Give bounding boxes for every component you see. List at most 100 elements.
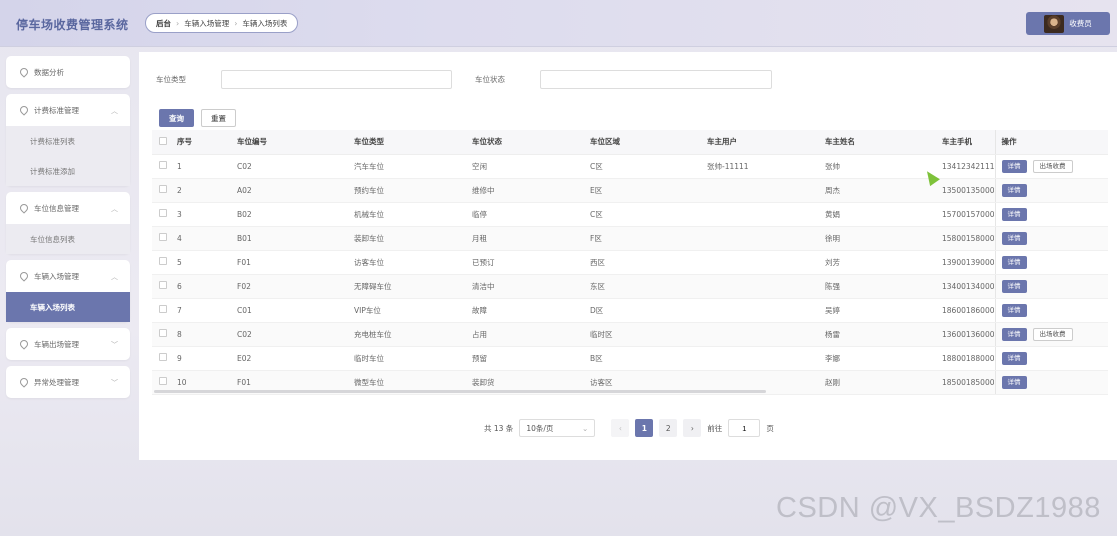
table-cell: C区 xyxy=(590,202,707,227)
row-checkbox[interactable] xyxy=(152,250,177,275)
breadcrumb: 后台 › 车辆入场管理 › 车辆入场列表 xyxy=(145,13,299,33)
table-cell: 汽车车位 xyxy=(354,154,472,179)
table-cell: 8 xyxy=(177,322,237,347)
sidebar-item-spaces[interactable]: 车位信息管理 ︿ xyxy=(6,192,130,224)
detail-button[interactable]: 详情 xyxy=(1001,255,1027,269)
detail-button[interactable]: 详情 xyxy=(1001,183,1027,197)
page-button[interactable]: 1 xyxy=(635,419,654,437)
chevron-up-icon: ︿ xyxy=(111,107,118,115)
row-actions: 详情 出场收费 xyxy=(994,322,1108,347)
row-checkbox[interactable] xyxy=(152,178,177,203)
breadcrumb-item-page: 车辆入场列表 xyxy=(242,18,288,28)
table-cell xyxy=(707,298,825,323)
pagination: 共 13 条 10条/页 ⌄ ‹ 1 2 › 前往 页 xyxy=(484,418,774,438)
row-checkbox[interactable] xyxy=(152,154,177,179)
table-cell: B区 xyxy=(590,346,707,371)
location-pin-icon xyxy=(18,202,30,214)
sidebar-group-entry: 车辆入场管理 ︿ 车辆入场列表 xyxy=(6,260,130,322)
column-header: 车位状态 xyxy=(472,130,590,155)
row-checkbox[interactable] xyxy=(152,274,177,299)
table-cell: F02 xyxy=(237,274,354,299)
sidebar: 数据分析 计费标准管理 ︿ 计费标准列表 计费标准添加 车位信息管理 ︿ 车位信… xyxy=(6,56,130,404)
row-checkbox[interactable] xyxy=(152,202,177,227)
query-button[interactable]: 查询 xyxy=(159,109,194,127)
row-checkbox[interactable] xyxy=(152,298,177,323)
table-cell: 杨雷 xyxy=(825,322,942,347)
table-cell: 月租 xyxy=(472,226,590,251)
row-checkbox[interactable] xyxy=(152,346,177,371)
table-row: 2 A02 预约车位 维修中 E区 周杰 13500135000 详情 xyxy=(152,178,1108,203)
detail-button[interactable]: 详情 xyxy=(1001,159,1027,173)
detail-button[interactable]: 详情 xyxy=(1001,207,1027,221)
space-type-input[interactable] xyxy=(221,70,452,89)
detail-button[interactable]: 详情 xyxy=(1001,375,1027,389)
table-cell xyxy=(707,322,825,347)
sidebar-item-entry[interactable]: 车辆入场管理 ︿ xyxy=(6,260,130,292)
table-cell: 13900139000 xyxy=(942,250,995,275)
breadcrumb-item-section[interactable]: 车辆入场管理 xyxy=(184,18,229,29)
table-cell: 15700157000 xyxy=(942,202,995,227)
page-size-select[interactable]: 10条/页 ⌄ xyxy=(519,419,596,437)
exit-charge-button[interactable]: 出场收费 xyxy=(1032,327,1073,341)
sidebar-item-exceptions[interactable]: 异常处理管理 ﹀ xyxy=(6,366,130,398)
sidebar-subitem-billing-list[interactable]: 计费标准列表 xyxy=(6,126,130,156)
row-actions: 详情 xyxy=(994,274,1108,299)
detail-button[interactable]: 详情 xyxy=(1001,231,1027,245)
column-header: 车位类型 xyxy=(354,130,472,155)
goto-page-input[interactable] xyxy=(728,419,761,437)
breadcrumb-item-home[interactable]: 后台 xyxy=(156,18,171,29)
avatar xyxy=(1044,14,1065,33)
table-cell: 空闲 xyxy=(472,154,590,179)
detail-button[interactable]: 详情 xyxy=(1001,351,1027,365)
table-cell: 18600186000 xyxy=(942,298,995,323)
sidebar-item-data-analysis[interactable]: 数据分析 xyxy=(6,56,130,88)
row-checkbox[interactable] xyxy=(152,322,177,347)
table-cell: 1 xyxy=(177,154,237,179)
sidebar-item-exit[interactable]: 车辆出场管理 ﹀ xyxy=(6,328,130,360)
reset-button[interactable]: 重置 xyxy=(201,109,236,127)
detail-button[interactable]: 详情 xyxy=(1001,279,1027,293)
table-cell: 预约车位 xyxy=(354,178,472,203)
space-status-input[interactable] xyxy=(540,70,772,89)
column-header: 车位区域 xyxy=(590,130,707,155)
table-cell: 9 xyxy=(177,346,237,371)
prev-page-button[interactable]: ‹ xyxy=(611,419,630,437)
table-row: 8 C02 充电桩车位 占用 临时区 杨雷 13600136000 详情 出场收费 xyxy=(152,322,1108,347)
sidebar-subitem-billing-add[interactable]: 计费标准添加 xyxy=(6,156,130,186)
app-title: 停车场收费管理系统 xyxy=(16,18,129,32)
exit-charge-button[interactable]: 出场收费 xyxy=(1032,159,1073,173)
total-count: 共 13 条 xyxy=(484,423,514,433)
table-row: 6 F02 无障碍车位 清洁中 东区 陈强 13400134000 详情 xyxy=(152,274,1108,299)
sidebar-item-billing[interactable]: 计费标准管理 ︿ xyxy=(6,94,130,126)
table-cell: 无障碍车位 xyxy=(354,274,472,299)
next-page-button[interactable]: › xyxy=(683,419,702,437)
detail-button[interactable]: 详情 xyxy=(1001,327,1027,341)
table-cell: 机械车位 xyxy=(354,202,472,227)
sidebar-subitem-space-list[interactable]: 车位信息列表 xyxy=(6,224,130,254)
table-cell: 访客车位 xyxy=(354,250,472,275)
row-actions: 详情 xyxy=(994,202,1108,227)
horizontal-scrollbar[interactable] xyxy=(154,390,766,393)
table-cell: F01 xyxy=(237,250,354,275)
user-name: 收费员 xyxy=(1069,19,1092,28)
table-cell: 6 xyxy=(177,274,237,299)
table-cell: 临停 xyxy=(472,202,590,227)
row-checkbox[interactable] xyxy=(152,226,177,251)
select-all-checkbox[interactable] xyxy=(152,130,177,155)
user-menu-button[interactable]: 收费员 xyxy=(1026,12,1110,35)
table-header-row: 序号 车位编号 车位类型 车位状态 车位区域 车主用户 车主姓名 车主手机 操作 xyxy=(152,130,1108,155)
location-pin-icon xyxy=(18,66,30,78)
table-cell: 13600136000 xyxy=(942,322,995,347)
table-cell: 李娜 xyxy=(825,346,942,371)
detail-button[interactable]: 详情 xyxy=(1001,303,1027,317)
table-cell xyxy=(707,274,825,299)
table-cell: 装卸车位 xyxy=(354,226,472,251)
page-button[interactable]: 2 xyxy=(659,419,678,437)
sidebar-subitem-entry-list[interactable]: 车辆入场列表 xyxy=(6,292,130,322)
table-row: 5 F01 访客车位 已预订 西区 刘芳 13900139000 详情 xyxy=(152,250,1108,275)
row-actions: 详情 出场收费 xyxy=(994,154,1108,179)
table-cell: 2 xyxy=(177,178,237,203)
sidebar-group-exceptions: 异常处理管理 ﹀ xyxy=(6,366,130,398)
table-cell: 13400134000 xyxy=(942,274,995,299)
table-cell: 西区 xyxy=(590,250,707,275)
